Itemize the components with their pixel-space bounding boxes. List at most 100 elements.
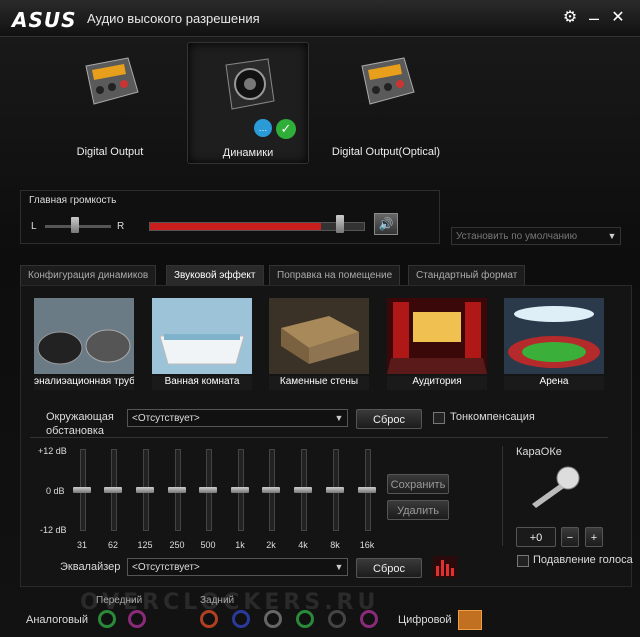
device-speakers[interactable]: … ✓ Динамики: [187, 42, 309, 164]
volume-knob[interactable]: [336, 215, 345, 233]
eq-band-label: 4k: [298, 540, 308, 550]
asus-logo: ASUS: [12, 8, 77, 32]
eq-band-label: 16k: [359, 540, 375, 550]
chevron-down-icon: ▼: [334, 562, 344, 572]
device-digital-output-optical[interactable]: Digital Output(Optical): [326, 42, 446, 162]
eq-slider-knob[interactable]: [262, 487, 280, 493]
device-digital-output[interactable]: Digital Output: [50, 42, 170, 162]
eq-slider-knob[interactable]: [231, 487, 249, 493]
microphone-icon: [532, 466, 580, 508]
speaker-mute-icon[interactable]: 🔊: [374, 213, 398, 235]
db-bottom-label: -12 dB: [40, 525, 67, 535]
db-mid-label: 0 dB: [46, 486, 65, 496]
eq-band-label: 500: [200, 540, 216, 550]
chat-icon[interactable]: …: [254, 119, 272, 137]
environment-reset-button[interactable]: Сброс: [356, 409, 422, 429]
eq-slider-knob[interactable]: [104, 487, 122, 493]
db-top-label: +12 dB: [38, 446, 67, 456]
master-volume-title: Главная громкость: [29, 195, 117, 206]
voice-suppression-label: Подавление голоса: [533, 554, 633, 566]
effect-label: Аудитория: [387, 376, 487, 390]
volume-fill: [150, 223, 322, 230]
tab-default-format[interactable]: Стандартный формат: [408, 265, 526, 286]
karaoke-value: +0: [516, 527, 556, 547]
equalizer-label: Эквалайзер: [60, 561, 121, 573]
chevron-down-icon: ▼: [334, 413, 344, 423]
karaoke-plus-button[interactable]: +: [585, 527, 603, 547]
eq-delete-button[interactable]: Удалить: [387, 500, 449, 520]
voice-suppression-checkbox[interactable]: [517, 555, 529, 567]
tab-room-correction[interactable]: Поправка на помещение: [269, 265, 401, 286]
environment-label-line1: Окружающая: [46, 411, 114, 423]
equalizer-preset-select[interactable]: <Отсутствует> ▼: [127, 558, 348, 576]
loudness-checkbox[interactable]: [433, 412, 445, 424]
digital-output-device-icon: [85, 57, 139, 105]
balance-left-label: L: [31, 221, 37, 232]
eq-band-label: 125: [137, 540, 153, 550]
spectrum-icon[interactable]: [433, 556, 457, 578]
environment-label-line2: обстановка: [46, 425, 105, 437]
rear-jack-blue[interactable]: [232, 610, 250, 628]
effect-auditorium[interactable]: Аудитория: [387, 298, 487, 390]
equalizer-reset-button[interactable]: Сброс: [356, 558, 422, 578]
volume-slider[interactable]: [149, 222, 365, 231]
front-jack-pink[interactable]: [128, 610, 146, 628]
default-check-icon: ✓: [276, 119, 296, 139]
eq-slider-knob[interactable]: [199, 487, 217, 493]
device-label: Динамики: [222, 147, 274, 159]
sewer-pipe-image: [34, 298, 134, 374]
tab-sound-effect[interactable]: Звуковой эффект: [166, 265, 264, 286]
bathroom-image: [152, 298, 252, 374]
effect-bathroom[interactable]: Ванная комната: [152, 298, 252, 390]
eq-save-button[interactable]: Сохранить: [387, 474, 449, 494]
balance-knob[interactable]: [71, 217, 79, 233]
rear-jack-green[interactable]: [296, 610, 314, 628]
eq-band-label: 8k: [330, 540, 340, 550]
chevron-down-icon: ▼: [607, 231, 617, 241]
effect-stone-walls[interactable]: Каменные стены: [269, 298, 369, 390]
title-bar: ASUS Аудио высокого разрешения ⚙ – ✕: [0, 0, 640, 37]
balance-right-label: R: [117, 221, 125, 232]
effect-label: Ванная комната: [152, 376, 252, 390]
device-label: Digital Output(Optical): [331, 146, 441, 158]
digital-output-icon[interactable]: [458, 610, 482, 630]
eq-slider-knob[interactable]: [73, 487, 91, 493]
set-default-value: Установить по умолчанию: [456, 231, 578, 242]
eq-band-label: 250: [169, 540, 185, 550]
eq-slider-knob[interactable]: [168, 487, 186, 493]
rear-jack-pink[interactable]: [360, 610, 378, 628]
rear-jack-orange[interactable]: [200, 610, 218, 628]
digital-label: Цифровой: [398, 614, 452, 626]
eq-slider-knob[interactable]: [358, 487, 376, 493]
master-volume-panel: Главная громкость L R 🔊: [20, 190, 440, 244]
eq-band-label: 62: [107, 540, 118, 550]
effect-label: Каменные стены: [269, 376, 369, 390]
front-jack-green[interactable]: [98, 610, 116, 628]
effect-sewer-pipe[interactable]: эналиэационная труб: [34, 298, 134, 390]
rear-jack-black[interactable]: [328, 610, 346, 628]
eq-slider-knob[interactable]: [136, 487, 154, 493]
minimize-icon[interactable]: –: [584, 8, 604, 28]
karaoke-minus-button[interactable]: −: [561, 527, 579, 547]
effect-arena[interactable]: Арена: [504, 298, 604, 390]
eq-band-label: 2k: [266, 540, 276, 550]
eq-slider-knob[interactable]: [294, 487, 312, 493]
rear-jack-gray[interactable]: [264, 610, 282, 628]
eq-slider-knob[interactable]: [326, 487, 344, 493]
close-icon[interactable]: ✕: [608, 8, 628, 28]
speaker-device-icon: [225, 58, 275, 110]
tab-speaker-config[interactable]: Конфигурация динамиков: [20, 265, 157, 286]
auditorium-image: [387, 298, 487, 374]
effect-label: Арена: [504, 376, 604, 390]
arena-image: [504, 298, 604, 374]
set-default-select[interactable]: Установить по умолчанию ▼: [451, 227, 621, 245]
gear-icon[interactable]: ⚙: [560, 8, 580, 28]
front-label: Передний: [96, 595, 143, 606]
environment-select[interactable]: <Отсутствует> ▼: [127, 409, 348, 427]
environment-value: <Отсутствует>: [132, 413, 200, 424]
loudness-label: Тонкомпенсация: [450, 411, 535, 423]
tab-bar: Конфигурация динамиков Звуковой эффект П…: [20, 265, 630, 286]
eq-band-label: 31: [76, 540, 87, 550]
rear-label: Задний: [200, 595, 235, 606]
effect-label: эналиэационная труб: [34, 376, 134, 390]
